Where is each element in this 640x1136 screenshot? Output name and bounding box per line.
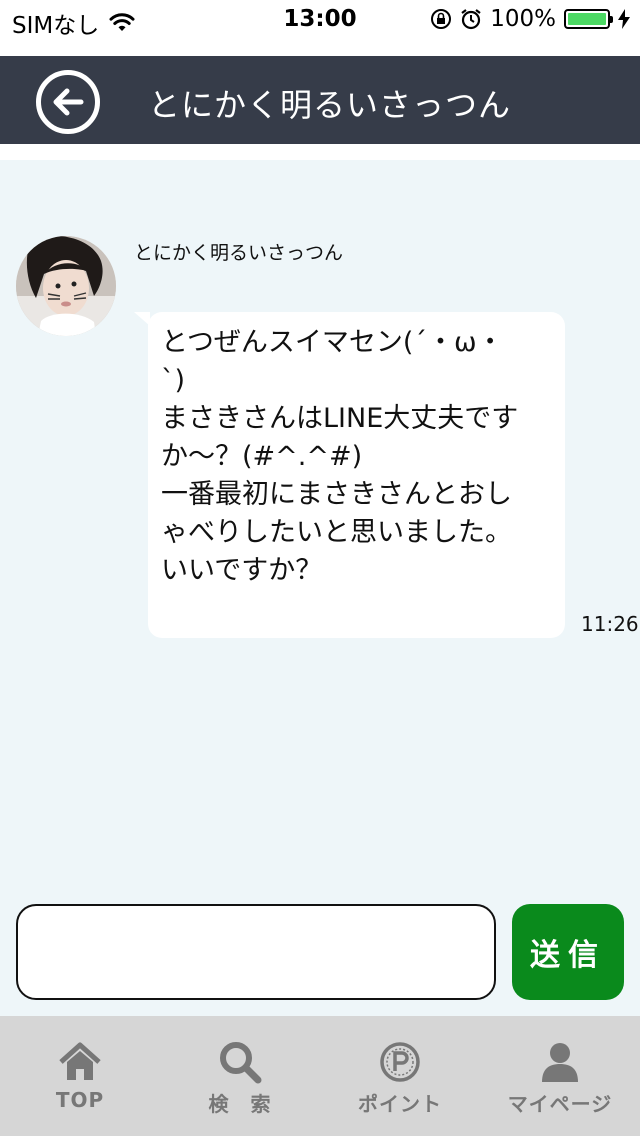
nav-item-search[interactable]: 検 索 <box>160 1016 320 1136</box>
user-icon <box>542 1043 578 1082</box>
message-line: `) <box>161 365 186 396</box>
message-timestamp: 11:26 <box>581 612 639 636</box>
status-bar: SIMなし 13:00 100% <box>0 0 640 40</box>
message-bubble: とつぜんスイマセン(´・ω・ `) まさきさんはLINE大丈夫です か～？(#^… <box>134 312 565 638</box>
sender-name: とにかく明るいさっつん <box>134 242 344 264</box>
back-button[interactable] <box>36 70 100 134</box>
message-line: か～？(#^.^#) <box>161 441 363 472</box>
chat-area[interactable]: とにかく明るいさっつん とつぜんスイマセン(´・ω・ `) まさきさんはLINE… <box>0 160 640 1016</box>
message-line: 一番最初にまさきさんとおし <box>161 479 512 510</box>
charging-bolt-icon <box>618 9 630 29</box>
search-icon <box>220 1042 262 1084</box>
arrow-left-icon <box>53 88 84 116</box>
nav-item-top[interactable]: TOP <box>0 1016 160 1136</box>
nav-label-point: ポイント <box>358 1092 442 1116</box>
nav-item-mypage[interactable]: マイページ <box>480 1016 640 1136</box>
battery-fill <box>568 13 606 25</box>
page-title: とにかく明るいさっつん <box>148 86 512 124</box>
send-button[interactable]: 送信 <box>512 904 624 1000</box>
battery-percent: 100% <box>490 6 556 32</box>
message-line: まさきさんはLINE大丈夫です <box>161 403 519 434</box>
message-line: ゃべりしたいと思いました。 <box>161 517 512 548</box>
alarm-icon <box>461 9 481 30</box>
profile-photo <box>16 236 116 336</box>
nav-label-top: TOP <box>55 1088 105 1112</box>
message-input[interactable] <box>16 904 496 1000</box>
nav-label-search: 検 索 <box>208 1092 272 1116</box>
message-line: いいですか？ <box>161 555 323 586</box>
bottom-nav: TOP 検 索 ポイント マイページ <box>0 1016 640 1136</box>
chat-screen: SIMなし 13:00 100% とにかく明るいさっつん とにかく明るいさっつん… <box>0 0 640 1136</box>
nav-label-mypage: マイページ <box>507 1092 613 1116</box>
battery-icon <box>564 9 613 29</box>
point-coin-icon <box>380 1042 420 1082</box>
status-right: 100% <box>430 6 630 32</box>
nav-header: とにかく明るいさっつん <box>0 56 640 144</box>
rotation-lock-icon <box>431 9 452 29</box>
message-line: とつぜんスイマセン(´・ω・ <box>161 327 504 358</box>
avatar[interactable] <box>16 236 116 336</box>
home-icon <box>59 1042 101 1080</box>
nav-item-point[interactable]: ポイント <box>320 1016 480 1136</box>
